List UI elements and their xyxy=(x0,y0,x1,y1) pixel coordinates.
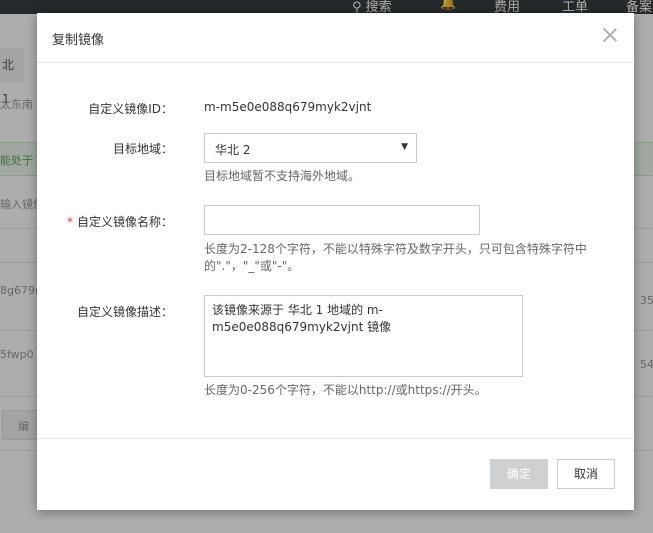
image-name-label: * 自定义镜像名称： xyxy=(37,213,173,230)
image-desc-textarea[interactable]: 该镜像来源于 华北 1 地域的 m-m5e0e088q679myk2vjnt 镜… xyxy=(204,295,523,377)
image-desc-help-text: 长度为0-256个字符，不能以http://或https://开头。 xyxy=(204,383,487,397)
region-select[interactable]: 华北 2 ▼ xyxy=(204,133,417,163)
required-mark: * xyxy=(66,215,73,229)
image-id-label: 自定义镜像ID： xyxy=(88,102,173,116)
image-name-input[interactable] xyxy=(204,205,480,235)
region-label: 目标地域： xyxy=(112,142,173,156)
image-id-value: m-m5e0e088q679myk2vjnt xyxy=(204,100,372,114)
image-name-help-text: 长度为2-128个字符，不能以特殊字符及数字开头，只可包含特殊字符中的"."，"… xyxy=(204,242,587,273)
caret-down-icon: ▼ xyxy=(401,142,408,152)
close-icon[interactable] xyxy=(601,26,619,44)
dialog-footer-divider xyxy=(37,438,634,439)
cancel-button[interactable]: 取消 xyxy=(557,459,615,489)
dialog-header: 复制镜像 xyxy=(37,13,634,63)
image-name-label-text: 自定义镜像名称： xyxy=(76,215,173,229)
region-select-value: 华北 2 xyxy=(215,143,251,157)
dialog-title: 复制镜像 xyxy=(52,33,105,48)
confirm-button[interactable]: 确定 xyxy=(490,459,548,489)
image-desc-label: 自定义镜像描述： xyxy=(76,305,173,319)
copy-image-dialog: 复制镜像 自定义镜像ID： m-m5e0e088q679myk2vjnt 目标地… xyxy=(37,13,634,510)
region-help-text: 目标地域暂不支持海外地域。 xyxy=(204,169,361,183)
